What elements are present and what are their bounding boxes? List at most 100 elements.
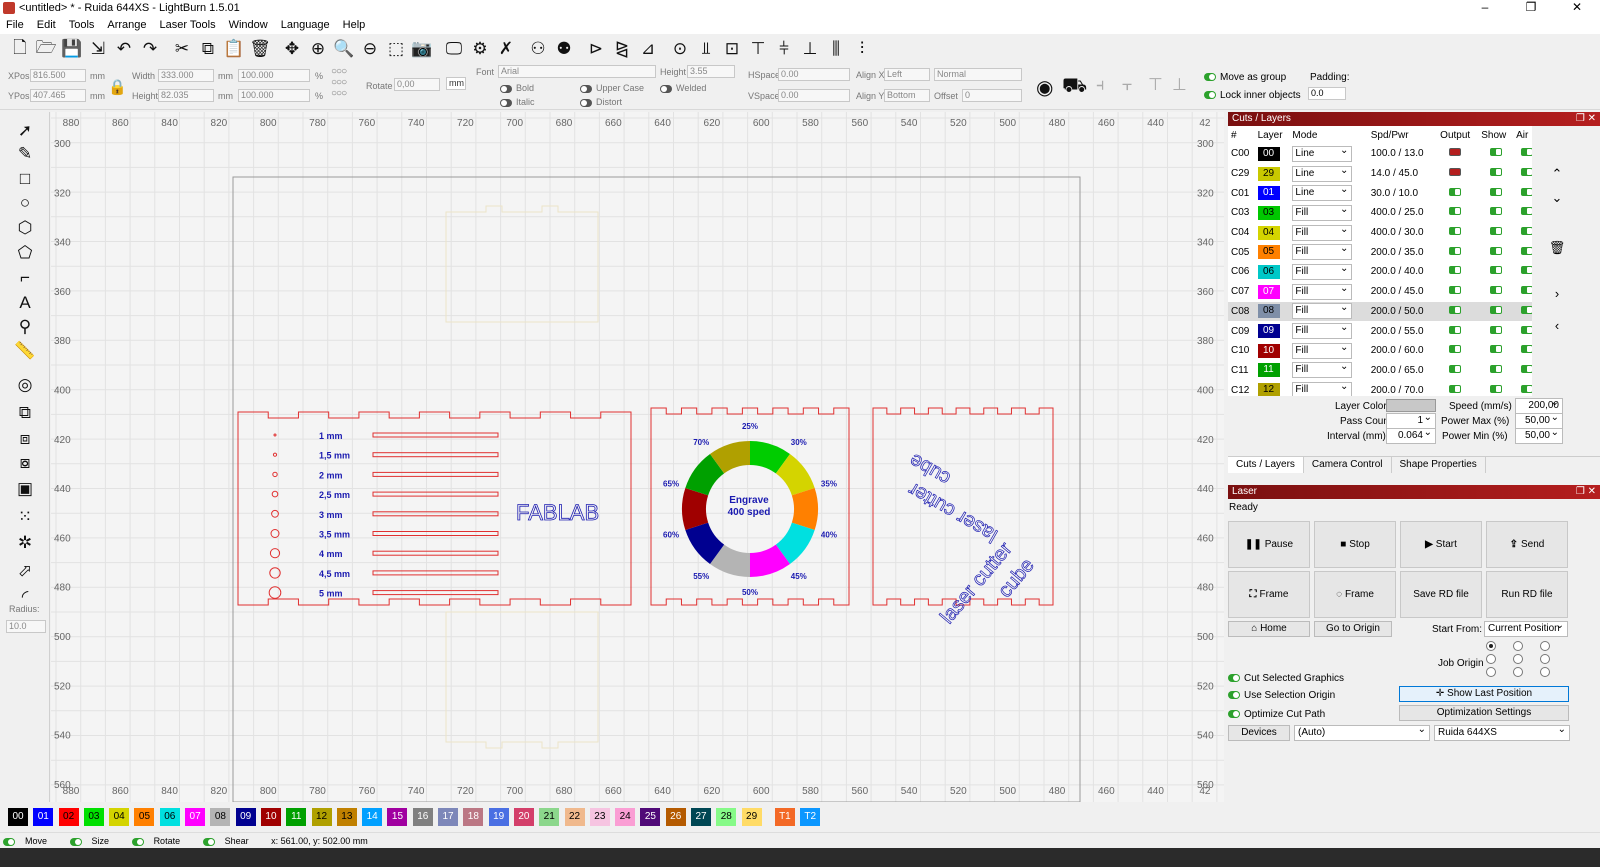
job-origin-mr-radio[interactable]	[1540, 654, 1550, 664]
output-toggle-icon[interactable]	[1449, 345, 1462, 354]
palette-swatch-11[interactable]: 11	[286, 808, 307, 826]
close-button[interactable]: ✕	[1554, 0, 1600, 14]
break-apart-icon[interactable]: ⬀	[13, 560, 37, 582]
units-button[interactable]: mm	[446, 77, 466, 90]
zoom-in-icon[interactable]: 🔍	[332, 37, 356, 61]
size-toggle[interactable]: Size	[69, 836, 120, 846]
layer-mode-select[interactable]: Fill	[1292, 380, 1353, 396]
anchor-grid-icon[interactable]: ○○○ ○○○ ○○○	[331, 66, 347, 99]
align-top-icon[interactable]: ⊤	[746, 37, 770, 61]
align-right-icon[interactable]: ⫟	[1122, 75, 1132, 95]
layer-mode-select[interactable]: Fill	[1292, 223, 1353, 241]
grid-array-icon[interactable]: ⁙	[13, 506, 37, 528]
interval-input[interactable]: 0.064	[1386, 426, 1436, 444]
align-left-icon[interactable]: ⫞	[1096, 75, 1105, 95]
zoom-to-page-icon[interactable]: ⊕	[306, 37, 330, 61]
menu-language[interactable]: Language	[275, 16, 337, 34]
palette-swatch-26[interactable]: 26	[665, 808, 686, 826]
ypos-input[interactable]: 407.465	[30, 89, 86, 102]
devices-button[interactable]: Devices	[1228, 725, 1290, 741]
design-canvas[interactable]: 880 880 860 860 840 840 820 820 800 800 780 780 760 7…	[51, 112, 1224, 802]
italic-toggle[interactable]: Italic	[500, 97, 535, 107]
rectangle-icon[interactable]: □	[13, 168, 37, 190]
layer-number-badge[interactable]: 08	[1257, 304, 1280, 319]
circular-array-icon[interactable]: ✲	[13, 532, 37, 554]
show-toggle-icon[interactable]	[1490, 187, 1503, 196]
polygon-icon[interactable]: ⬡	[13, 217, 37, 239]
output-toggle-icon[interactable]	[1449, 305, 1462, 314]
layer-mode-select[interactable]: Fill	[1292, 282, 1353, 300]
layer-mode-select[interactable]: Fill	[1292, 262, 1353, 280]
position-icon[interactable]: ⌐	[13, 267, 37, 289]
layer-row[interactable]: C0101 Line 30.0 / 10.0	[1228, 183, 1538, 204]
layer-row[interactable]: C1111 Fill 200.0 / 65.0	[1228, 360, 1538, 381]
palette-swatch-06[interactable]: 06	[159, 808, 180, 826]
palette-swatch-18[interactable]: 18	[463, 808, 484, 826]
menu-arrange[interactable]: Arrange	[101, 16, 153, 34]
palette-swatch-10[interactable]: 10	[260, 808, 281, 826]
palette-swatch-27[interactable]: 27	[691, 808, 712, 826]
font-select[interactable]: Arial	[498, 65, 656, 78]
height-input[interactable]: 82.035	[158, 89, 214, 102]
go-to-origin-button[interactable]: Go to Origin	[1314, 621, 1392, 637]
layer-mode-select[interactable]: Fill	[1292, 242, 1353, 261]
job-origin-tl-radio[interactable]	[1486, 641, 1496, 651]
output-toggle-icon[interactable]	[1449, 286, 1462, 295]
bold-toggle[interactable]: Bold	[500, 83, 534, 93]
show-toggle-icon[interactable]	[1490, 227, 1503, 236]
flip-icon[interactable]: ⊿	[636, 37, 660, 61]
monitor-icon[interactable]: 🖵	[442, 37, 466, 61]
zoom-to-selection-icon[interactable]: ⬚	[384, 37, 408, 61]
copy-icon[interactable]: ⧉	[196, 37, 220, 61]
lock-icon[interactable]: 🔒	[108, 78, 127, 96]
panel-float-close-icons[interactable]: ❐ ✕	[1576, 112, 1596, 126]
tab-shape-properties[interactable]: Shape Properties	[1392, 457, 1486, 473]
distribute-icon[interactable]: ⊡	[720, 37, 744, 61]
layer-mode-select[interactable]: Fill	[1292, 203, 1353, 221]
paste-icon[interactable]: 📋	[222, 37, 246, 61]
palette-swatch-14[interactable]: 14	[362, 808, 383, 826]
rotate-toggle[interactable]: Rotate	[131, 836, 191, 846]
show-toggle-icon[interactable]	[1490, 345, 1503, 354]
send-button[interactable]: ⇪ Send	[1486, 521, 1568, 568]
device-select[interactable]: Ruida 644XS	[1434, 723, 1570, 741]
boolean-union-icon[interactable]: ⧉	[13, 402, 37, 424]
layer-row[interactable]: C0000 Line 100.0 / 13.0	[1228, 144, 1538, 164]
home-button[interactable]: ⌂ Home	[1228, 621, 1310, 637]
show-last-position-button[interactable]: ✛ Show Last Position	[1399, 686, 1569, 702]
height-percent-input[interactable]: 100.000	[238, 89, 310, 102]
zoom-out-icon[interactable]: ⊖	[358, 37, 382, 61]
redo-icon[interactable]: ↷	[138, 37, 162, 61]
layer-mode-select[interactable]: Fill	[1292, 341, 1353, 359]
palette-swatch-15[interactable]: 15	[387, 808, 408, 826]
layer-number-badge[interactable]: 05	[1257, 245, 1280, 260]
show-toggle-icon[interactable]	[1490, 305, 1503, 314]
distribute-h-icon[interactable]: ⫼	[824, 37, 848, 61]
tab-camera-control[interactable]: Camera Control	[1304, 457, 1392, 473]
use-selection-origin-toggle[interactable]: Use Selection Origin	[1228, 690, 1335, 702]
layer-row[interactable]: C0909 Fill 200.0 / 55.0	[1228, 321, 1538, 341]
output-toggle-icon[interactable]	[1449, 207, 1462, 216]
align-y-select[interactable]: Bottom	[884, 89, 930, 102]
menu-window[interactable]: Window	[223, 16, 275, 34]
layer-number-badge[interactable]: 10	[1257, 343, 1280, 358]
layer-row[interactable]: C1010 Fill 200.0 / 60.0	[1228, 341, 1538, 361]
palette-swatch-03[interactable]: 03	[83, 808, 104, 826]
align-middle-icon[interactable]: ⫩	[772, 37, 796, 61]
canvas-svg[interactable]: 8808808608608408408208208008007807807607…	[51, 112, 1224, 802]
show-toggle-icon[interactable]	[1490, 364, 1503, 373]
show-toggle-icon[interactable]	[1490, 207, 1503, 216]
align-bottom-small-icon[interactable]: ⊥	[1172, 75, 1187, 95]
show-toggle-icon[interactable]	[1490, 384, 1503, 393]
output-toggle-icon[interactable]	[1449, 168, 1462, 177]
layer-row[interactable]: C0808 Fill 200.0 / 50.0	[1228, 301, 1538, 322]
padding-input[interactable]: 0.0	[1308, 87, 1346, 100]
palette-swatch-19[interactable]: 19	[488, 808, 509, 826]
menu-tools[interactable]: Tools	[63, 16, 102, 34]
settings-icon[interactable]: ⚙	[468, 37, 492, 61]
layer-number-badge[interactable]: 29	[1257, 166, 1280, 181]
frame-rect-button[interactable]: ⛶ Frame	[1228, 571, 1310, 618]
import-icon[interactable]: ⇲	[86, 37, 110, 61]
layer-number-badge[interactable]: 00	[1257, 146, 1280, 161]
layer-mode-select[interactable]: Line	[1292, 183, 1353, 202]
